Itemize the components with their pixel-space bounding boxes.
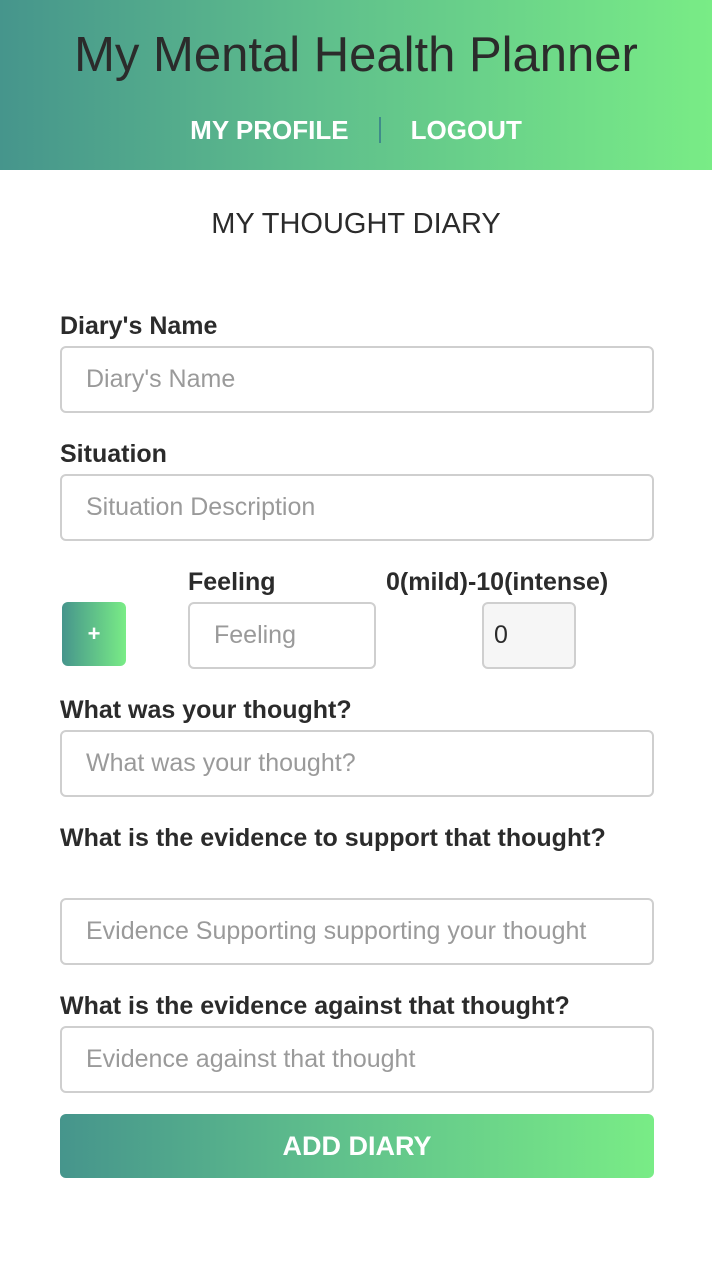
diary-name-label: Diary's Name [60,312,218,340]
add-diary-button[interactable]: ADD DIARY [60,1114,654,1178]
nav-logout-link[interactable]: LOGOUT [411,115,522,146]
evidence-for-input[interactable] [60,898,654,965]
situation-input[interactable] [60,474,654,541]
evidence-against-input[interactable] [60,1026,654,1093]
evidence-against-label: What is the evidence against that though… [60,992,570,1020]
feeling-label: Feeling [188,568,276,596]
thought-input[interactable] [60,730,654,797]
intensity-label: 0(mild)-10(intense) [386,568,609,596]
thought-label: What was your thought? [60,696,352,724]
app-header: My Mental Health Planner MY PROFILE LOGO… [0,0,712,170]
intensity-input[interactable] [482,602,576,669]
diary-name-input[interactable] [60,346,654,413]
nav-separator [378,117,381,143]
add-feeling-button[interactable]: + [62,602,126,666]
page-title: MY THOUGHT DIARY [211,208,501,240]
feeling-input[interactable] [188,602,376,669]
evidence-for-label: What is the evidence to support that tho… [60,824,606,852]
situation-label: Situation [60,440,167,468]
main-nav: MY PROFILE LOGOUT [0,112,712,148]
app-title: My Mental Health Planner [74,28,638,82]
nav-my-profile-link[interactable]: MY PROFILE [190,115,348,146]
